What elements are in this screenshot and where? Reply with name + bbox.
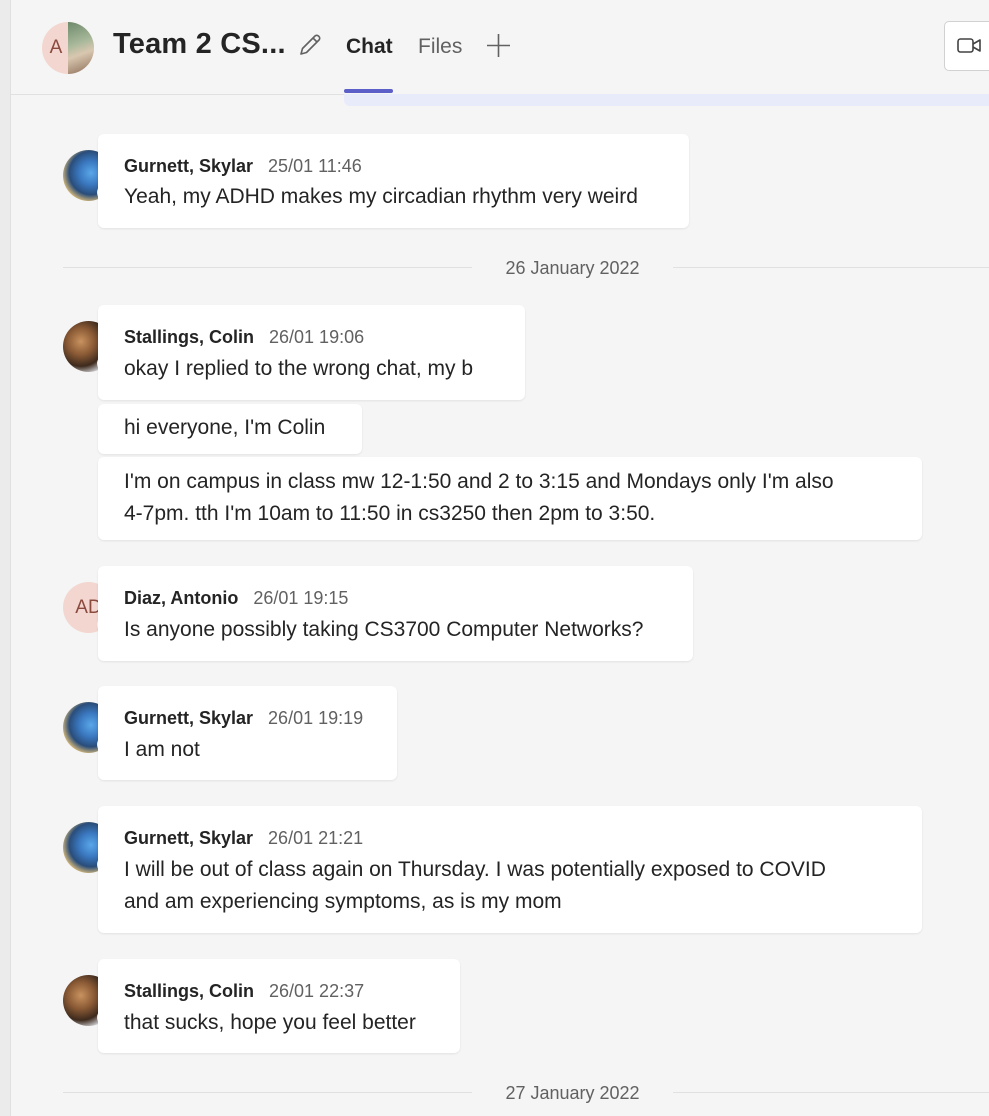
video-call-button[interactable] xyxy=(944,21,989,71)
message-timestamp: 26/01 19:15 xyxy=(253,588,349,608)
video-camera-icon xyxy=(957,38,981,53)
message-timestamp: 25/01 11:46 xyxy=(268,156,362,176)
message-card-continuation[interactable]: I'm on campus in class mw 12-1:50 and 2 … xyxy=(98,457,922,540)
tab-highlight-strip xyxy=(344,94,989,106)
divider-line xyxy=(63,267,472,268)
chat-title[interactable]: Team 2 CS... xyxy=(113,28,286,61)
message-text-line: I'm on campus in class mw 12-1:50 and 2 … xyxy=(124,470,834,493)
divider-line xyxy=(673,1092,989,1093)
date-divider: 27 January 2022 xyxy=(63,1083,989,1103)
edit-pencil-icon[interactable] xyxy=(296,31,324,59)
message-card[interactable]: Gurnett, Skylar 26/01 21:21 I will be out… xyxy=(98,806,922,933)
divider-line xyxy=(63,1092,472,1093)
message-meta: Diaz, Antonio 26/01 19:15 xyxy=(124,588,348,609)
message-timestamp: 26/01 19:19 xyxy=(268,708,364,728)
message-card[interactable]: Stallings, Colin 26/01 22:37 that sucks, … xyxy=(98,959,460,1053)
message-meta: Stallings, Colin 26/01 22:37 xyxy=(124,981,364,1002)
message-sender[interactable]: Stallings, Colin xyxy=(124,981,254,1001)
date-divider: 26 January 2022 xyxy=(63,258,989,278)
message-meta: Gurnett, Skylar 25/01 11:46 xyxy=(124,156,362,177)
message-card[interactable]: Gurnett, Skylar 26/01 19:19 I am not xyxy=(98,686,397,780)
message-sender[interactable]: Gurnett, Skylar xyxy=(124,156,253,176)
message-sender[interactable]: Gurnett, Skylar xyxy=(124,828,253,848)
message-card[interactable]: Stallings, Colin 26/01 19:06 okay I repli… xyxy=(98,305,525,400)
message-card-continuation[interactable]: hi everyone, I'm Colin xyxy=(98,404,362,454)
message-meta: Gurnett, Skylar 26/01 21:21 xyxy=(124,828,363,849)
message-sender[interactable]: Gurnett, Skylar xyxy=(124,708,253,728)
group-avatar-initial: A xyxy=(49,37,63,58)
message-text: hi everyone, I'm Colin xyxy=(124,416,326,439)
message-text: okay I replied to the wrong chat, my b xyxy=(124,357,474,380)
message-meta: Stallings, Colin 26/01 19:06 xyxy=(124,327,364,348)
app-rail-edge xyxy=(0,0,11,1116)
tab-chat[interactable]: Chat xyxy=(346,35,393,59)
message-text-line: 4-7pm. tth I'm 10am to 11:50 in cs3250 t… xyxy=(124,502,656,525)
date-divider-label: 26 January 2022 xyxy=(505,258,640,278)
message-sender[interactable]: Diaz, Antonio xyxy=(124,588,238,608)
divider-line xyxy=(673,267,989,268)
message-sender[interactable]: Stallings, Colin xyxy=(124,327,254,347)
message-card[interactable]: Diaz, Antonio 26/01 19:15 Is anyone possi… xyxy=(98,566,693,661)
active-tab-indicator xyxy=(344,89,393,93)
message-text-line: I will be out of class again on Thursday… xyxy=(124,858,826,881)
add-tab-plus-icon[interactable] xyxy=(485,32,512,59)
message-timestamp: 26/01 19:06 xyxy=(269,327,365,347)
message-card[interactable]: Gurnett, Skylar 25/01 11:46 Yeah, my ADHD… xyxy=(98,134,689,228)
message-text-line: and am experiencing symptoms, as is my m… xyxy=(124,890,562,913)
message-timestamp: 26/01 21:21 xyxy=(268,828,364,848)
tab-files[interactable]: Files xyxy=(418,35,462,59)
message-text: I am not xyxy=(124,738,200,761)
date-divider-label: 27 January 2022 xyxy=(505,1083,640,1103)
group-avatar[interactable]: A xyxy=(42,22,94,74)
message-text: Is anyone possibly taking CS3700 Compute… xyxy=(124,618,644,641)
message-text: that sucks, hope you feel better xyxy=(124,1011,416,1034)
message-timestamp: 26/01 22:37 xyxy=(269,981,365,1001)
message-text: Yeah, my ADHD makes my circadian rhythm … xyxy=(124,185,638,208)
message-meta: Gurnett, Skylar 26/01 19:19 xyxy=(124,708,363,729)
group-avatar-photo xyxy=(68,22,94,74)
